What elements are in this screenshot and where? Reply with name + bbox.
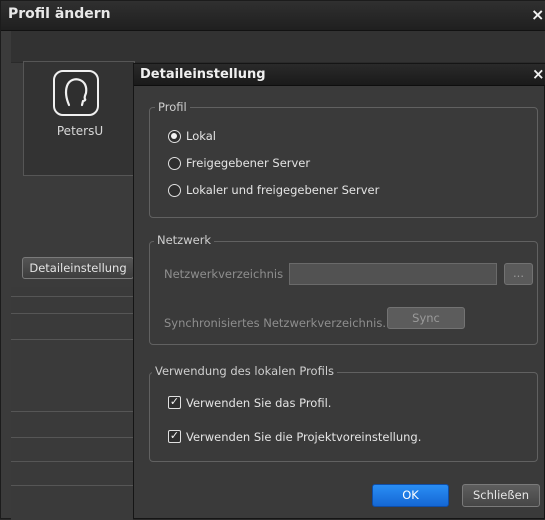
profile-group-legend: Profil [155,100,190,114]
dialog-close-icon[interactable]: × [532,65,545,83]
network-group-legend: Netzwerk [154,233,215,247]
use-profile-label[interactable]: Verwenden Sie das Profil. [186,396,331,410]
synced-directory-label: Synchronisiertes Netzwerkverzeichnis. [164,316,386,330]
radio-shared-server[interactable] [168,157,181,170]
list-divider [11,339,133,340]
use-project-preset-checkbox[interactable]: ✓ [168,430,181,443]
checkmark-icon: ✓ [169,395,180,408]
radio-shared-server-label[interactable]: Freigegebener Server [186,156,310,170]
dialog-title: Detaileinstellung [140,67,266,82]
radio-local-and-shared-label[interactable]: Lokaler und freigegebener Server [186,183,379,197]
detail-settings-dialog: Detaileinstellung × Profil Lokal Freigeg… [133,63,545,519]
local-profile-group [149,372,538,462]
window-close-icon[interactable]: × [531,5,544,24]
radio-local-label[interactable]: Lokal [186,129,216,143]
use-profile-checkbox[interactable]: ✓ [168,396,181,409]
sync-button[interactable]: Sync [387,307,465,329]
network-directory-input[interactable] [289,263,497,285]
list-divider [11,485,133,486]
radio-local-and-shared[interactable] [168,184,181,197]
network-directory-label: Netzwerkverzeichnis [164,267,284,281]
list-divider [11,437,133,438]
list-divider [11,461,133,462]
browse-button[interactable]: ... [504,263,533,285]
close-button[interactable]: Schließen [462,484,540,507]
ok-button[interactable]: OK [372,484,449,507]
dialog-titlebar: Detaileinstellung × [134,64,545,86]
radio-local[interactable] [168,130,181,143]
list-divider [11,411,133,412]
profile-name: PetersU [56,124,104,138]
window-title: Profil ändern [8,6,111,22]
local-profile-group-legend: Verwendung des lokalen Profils [152,364,338,378]
list-divider [11,313,133,314]
checkmark-icon: ✓ [169,429,180,442]
header-band [11,31,545,63]
list-divider [11,296,133,297]
user-profile-icon [53,70,99,116]
profile-card[interactable]: PetersU [23,61,135,176]
detail-settings-button[interactable]: Detaileinstellung [22,257,134,279]
window-titlebar: Profil ändern × [1,1,545,31]
use-project-preset-label[interactable]: Verwenden Sie die Projektvoreinstellung. [186,430,421,444]
radio-selected-icon [171,133,177,139]
